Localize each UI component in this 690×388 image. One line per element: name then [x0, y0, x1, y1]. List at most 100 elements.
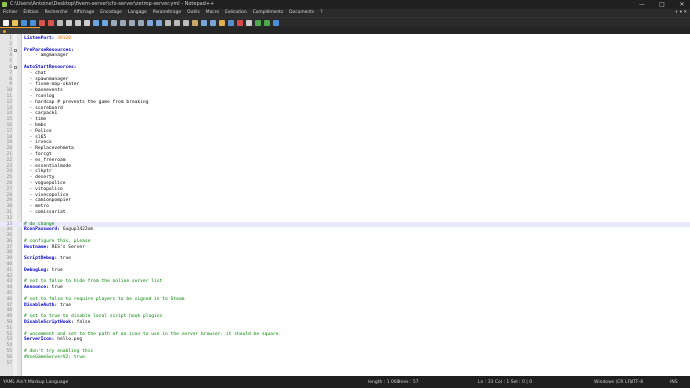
- editor-area[interactable]: 1 ListenPort: 30120 2 3 PreParseResources: 4 …: [0, 34, 690, 376]
- code-token: - amgmanager: [24, 53, 69, 59]
- code-token: - vivecopolice: [24, 192, 69, 198]
- code-token: DisableAuth:: [24, 302, 60, 308]
- zoom-out-icon[interactable]: [138, 19, 144, 26]
- all-chars-icon[interactable]: [174, 19, 180, 26]
- fold-toggle-icon[interactable]: [13, 48, 17, 52]
- code-token: AutoStartResources:: [24, 64, 77, 70]
- code-token: PreParseResources:: [24, 47, 74, 53]
- code-token: # set to true to disable local script ho…: [24, 314, 163, 320]
- close-all-icon[interactable]: [48, 19, 54, 26]
- menu-item[interactable]: Encodage: [100, 9, 122, 17]
- code-token: - essentialmode: [24, 163, 72, 169]
- code-token: ServerIcon:: [24, 337, 58, 343]
- menu-item[interactable]: Paramétrage: [153, 9, 181, 17]
- menu-item[interactable]: Affichage: [74, 9, 95, 17]
- menu-bar-right-controls[interactable]: + ▾ ✕: [675, 9, 687, 17]
- code-token: - baseevents: [24, 88, 63, 94]
- status-mode: INS: [670, 380, 678, 385]
- code-token: true: [59, 302, 72, 308]
- status-lines: lines : 57: [398, 380, 419, 385]
- save-icon[interactable]: [21, 19, 27, 26]
- play-macro-icon[interactable]: [255, 19, 261, 26]
- menu-item[interactable]: Fichier: [3, 9, 17, 17]
- print-icon[interactable]: [57, 19, 63, 26]
- copy-icon[interactable]: [75, 19, 81, 26]
- cut-icon[interactable]: [66, 19, 72, 26]
- status-bar: YAML Ain't Markup Language length : 1 06…: [0, 377, 690, 388]
- code-token: RES's Server: [51, 244, 85, 250]
- tab-bar: [0, 27, 690, 34]
- zoom-in-icon[interactable]: [129, 19, 135, 26]
- redo-icon[interactable]: [102, 19, 108, 26]
- menu-item[interactable]: Recherche: [45, 9, 68, 17]
- menu-item[interactable]: Édition: [23, 9, 38, 17]
- fold-toggle-icon[interactable]: [13, 66, 17, 70]
- code-token: - time: [24, 117, 47, 123]
- folder-workspace-icon[interactable]: [219, 19, 225, 26]
- code-token: - rconlog: [24, 93, 55, 99]
- code-token: 30120: [57, 36, 72, 41]
- close-icon[interactable]: [39, 19, 45, 26]
- indent-guide-icon[interactable]: [183, 19, 189, 26]
- stop-macro-icon[interactable]: [246, 19, 252, 26]
- open-file-icon[interactable]: [12, 19, 18, 26]
- menu-item[interactable]: ?: [320, 9, 322, 17]
- menu-item[interactable]: Exécution: [225, 9, 247, 17]
- document-tab[interactable]: [0, 27, 40, 34]
- udl-icon[interactable]: [192, 19, 198, 26]
- menu-item[interactable]: Macro: [206, 9, 219, 17]
- code-token: # set to false to require players to be …: [24, 296, 185, 302]
- run-macro-icon[interactable]: [264, 19, 270, 26]
- sync-v-icon[interactable]: [147, 19, 153, 26]
- code-token: # configure this, please: [24, 238, 91, 244]
- save-all-icon[interactable]: [30, 19, 36, 26]
- maximize-button[interactable]: □: [656, 0, 668, 9]
- wrap-icon[interactable]: [165, 19, 171, 26]
- title-bar: C:\Users\Antoine\Desktop\fivem-server\cf…: [0, 0, 690, 9]
- code-token: hello.png: [57, 337, 83, 343]
- code-token: - hardcap # prevents the game from break…: [24, 99, 149, 105]
- code-token: - scoreboard: [24, 105, 63, 111]
- code-token: - Police: [24, 128, 52, 134]
- code-token: - sl65: [24, 134, 47, 140]
- code-token: - deserty: [24, 175, 55, 181]
- code-token: Gugup1423xm: [62, 227, 94, 233]
- code-lines: 1 ListenPort: 30120 2 3 PreParseResources: 4 …: [0, 36, 690, 366]
- code-line: 57: [0, 361, 690, 367]
- saved-state-icon: [3, 29, 6, 33]
- menu-item[interactable]: Outils: [187, 9, 200, 17]
- monitor-icon[interactable]: [228, 19, 234, 26]
- code-token: ScriptDebug:: [24, 256, 60, 262]
- notepadpp-app-icon: [2, 1, 7, 7]
- sync-h-icon[interactable]: [156, 19, 162, 26]
- paste-icon[interactable]: [84, 19, 90, 26]
- new-file-icon[interactable]: [3, 19, 9, 26]
- doc-map-icon[interactable]: [201, 19, 207, 26]
- code-token: - clkptr: [24, 169, 52, 175]
- code-token: # uncomment and set to the path of an ic…: [24, 331, 282, 337]
- code-token: Announce:: [24, 285, 52, 291]
- func-list-icon[interactable]: [210, 19, 216, 26]
- save-macro-icon[interactable]: [273, 19, 279, 26]
- menu-item[interactable]: Documents: [289, 9, 314, 17]
- record-macro-icon[interactable]: [237, 19, 243, 26]
- close-window-button[interactable]: ✕: [676, 0, 688, 9]
- code-token: - es_freeroam: [24, 157, 66, 163]
- menu-item[interactable]: Compléments: [253, 9, 284, 17]
- code-token: - vitopolice: [24, 186, 63, 192]
- code-token: - fivem-map-skater: [24, 82, 80, 88]
- code-token: - metro: [24, 204, 49, 210]
- code-token: - forcgt: [24, 151, 52, 157]
- code-token: - voguepolice: [24, 180, 66, 186]
- code-token: - camionpompier: [24, 198, 72, 204]
- find-icon[interactable]: [111, 19, 117, 26]
- code-token: false: [76, 320, 91, 326]
- code-token: DebugLog:: [24, 267, 52, 273]
- menu-item[interactable]: Langage: [128, 9, 147, 17]
- minimize-button[interactable]: —: [636, 0, 648, 9]
- code-token: - bmbs: [24, 122, 47, 128]
- code-token: - carpack1: [24, 111, 58, 117]
- replace-icon[interactable]: [120, 19, 126, 26]
- undo-icon[interactable]: [93, 19, 99, 26]
- code-token: #UseGameServerV2: true: [24, 354, 85, 360]
